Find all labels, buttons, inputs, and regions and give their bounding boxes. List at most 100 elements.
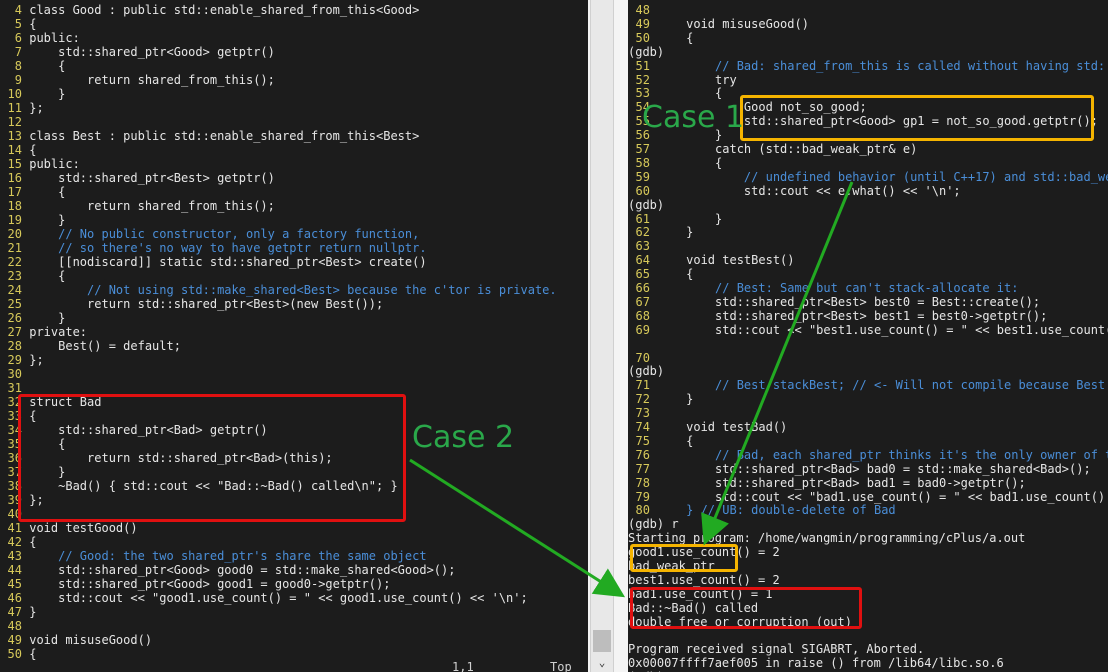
editor-line: 43 // Good: the two shared_ptr's share t… bbox=[0, 549, 427, 563]
gdb-line-number: 80 bbox=[635, 503, 650, 518]
cursor-position: 1,1 bbox=[452, 660, 474, 672]
case1-highlight-box bbox=[740, 95, 1094, 141]
gdb-line: 65 { bbox=[628, 267, 694, 282]
gdb-line: 78 std::shared_ptr<Bad> bad1 = bad0->get… bbox=[628, 476, 1026, 490]
editor-line-number: 17 bbox=[7, 185, 22, 199]
gdb-line: 52 try bbox=[628, 73, 737, 87]
gdb-line-number: 74 bbox=[635, 420, 650, 434]
editor-line: 46 std::cout << "good1.use_count() = " <… bbox=[0, 591, 528, 605]
editor-line: 47 } bbox=[0, 605, 37, 619]
scroll-position: Top bbox=[550, 660, 572, 672]
gdb-line-text: catch (std::bad_weak_ptr& e) bbox=[650, 142, 918, 156]
editor-line: 18 return shared_from_this(); bbox=[0, 199, 275, 213]
gdb-line: 59 // undefined behavior (until C++17) a… bbox=[628, 170, 1108, 184]
editor-line-text bbox=[22, 115, 29, 129]
editor-line: 25 return std::shared_ptr<Best>(new Best… bbox=[0, 297, 384, 311]
editor-line-number: 45 bbox=[7, 577, 22, 591]
gdb-line-number: 67 bbox=[635, 294, 650, 309]
editor-line-number: 6 bbox=[14, 31, 22, 45]
case1-label: Case 1 bbox=[642, 100, 745, 135]
gdb-line-number: 78 bbox=[635, 475, 650, 490]
gdb-line-text: void testBest() bbox=[650, 253, 795, 268]
editor-line-text: { bbox=[22, 185, 66, 199]
gdb-line-number: 68 bbox=[635, 308, 650, 323]
editor-line-text: public: bbox=[22, 31, 80, 45]
editor-line: 45 std::shared_ptr<Good> good1 = good0->… bbox=[0, 577, 391, 591]
editor-line-number: 41 bbox=[7, 521, 22, 535]
editor-line-text: }; bbox=[22, 353, 44, 367]
editor-line-number: 13 bbox=[7, 129, 22, 143]
gdb-line-text: } bbox=[650, 211, 723, 226]
gdb-line: 60 std::cout << e.what() << '\n'; bbox=[628, 184, 961, 198]
gdb-line-text bbox=[650, 3, 657, 17]
editor-line-number: 4 bbox=[14, 3, 22, 17]
editor-line-text: return shared_from_this(); bbox=[22, 73, 275, 87]
vertical-scrollbar[interactable]: ⌄ bbox=[590, 0, 614, 672]
gdb-line-number: 58 bbox=[635, 155, 650, 170]
gdb-line-text: 0x00007ffff7aef005 in raise () from /lib… bbox=[628, 656, 1004, 671]
gdb-line-text: std::shared_ptr<Bad> bad0 = std::make_sh… bbox=[650, 461, 1091, 476]
editor-line-number: 23 bbox=[7, 269, 22, 283]
editor-line-text: { bbox=[22, 647, 37, 661]
gdb-line-text: { bbox=[650, 30, 694, 45]
editor-line: 49 void misuseGood() bbox=[0, 633, 153, 647]
editor-line: 21 // so there's no way to have getptr r… bbox=[0, 241, 427, 255]
editor-line-number: 29 bbox=[7, 353, 22, 367]
editor-line-number: 21 bbox=[7, 241, 22, 255]
scrollbar-thumb[interactable] bbox=[593, 630, 611, 652]
editor-line-text: } bbox=[22, 213, 66, 227]
editor-line-text: // No public constructor, only a factory… bbox=[22, 227, 420, 241]
editor-line-number: 8 bbox=[14, 59, 22, 73]
gdb-line-number: 50 bbox=[635, 30, 650, 45]
gdb-line: best1.use_count() = 2 bbox=[628, 573, 780, 587]
editor-line: 10 } bbox=[0, 87, 66, 101]
gdb-line-text: { bbox=[650, 155, 723, 170]
editor-line: 23 { bbox=[0, 269, 66, 283]
editor-line: 19 } bbox=[0, 213, 66, 227]
gdb-line: 58 { bbox=[628, 155, 723, 170]
case2-highlight-box bbox=[18, 394, 406, 522]
editor-line: 14 { bbox=[0, 143, 37, 157]
editor-line-number: 11 bbox=[7, 101, 22, 115]
editor-line: 48 bbox=[0, 619, 29, 633]
editor-line-number: 28 bbox=[7, 339, 22, 353]
chevron-down-icon[interactable]: ⌄ bbox=[595, 656, 609, 670]
editor-line-text: }; bbox=[22, 101, 44, 115]
gdb-line-text: std::shared_ptr<Bad> bad1 = bad0->getptr… bbox=[650, 475, 1026, 490]
editor-line: 31 bbox=[0, 381, 29, 395]
editor-line-number: 43 bbox=[7, 549, 22, 563]
editor-line-number: 50 bbox=[7, 647, 22, 661]
gdb-line: 71 // Best stackBest; // <- Will not com… bbox=[628, 378, 1108, 392]
gdb-line-number: 72 bbox=[635, 392, 650, 407]
gdb-line: 66 // Best: Same but can't stack-allocat… bbox=[628, 281, 1019, 295]
bad-weak-ptr-highlight-box bbox=[630, 544, 738, 572]
gdb-line: 62 } bbox=[628, 225, 694, 240]
editor-line: 24 // Not using std::make_shared<Best> b… bbox=[0, 283, 557, 297]
editor-line-number: 42 bbox=[7, 535, 22, 549]
gdb-line: 57 catch (std::bad_weak_ptr& e) bbox=[628, 142, 918, 156]
gdb-line-number: 52 bbox=[635, 72, 650, 87]
editor-line-text: private: bbox=[22, 325, 88, 339]
editor-line-text: { bbox=[22, 59, 66, 73]
editor-line-text: class Good : public std::enable_shared_f… bbox=[22, 3, 420, 17]
gdb-line: (gdb) r bbox=[628, 517, 679, 531]
editor-line: 8 { bbox=[0, 59, 66, 73]
gdb-line: (gdb) bbox=[628, 45, 664, 59]
gdb-line-number: 65 bbox=[635, 267, 650, 282]
gdb-line: Program received signal SIGABRT, Aborted… bbox=[628, 642, 924, 656]
gdb-line-number: 62 bbox=[635, 225, 650, 240]
editor-line-text: void misuseGood() bbox=[22, 633, 153, 647]
editor-line-number: 49 bbox=[7, 633, 22, 647]
gdb-line-number: 59 bbox=[635, 169, 650, 184]
gdb-line-text: } // UB: double-delete of Bad bbox=[650, 503, 896, 518]
editor-line-text: std::shared_ptr<Good> good0 = std::make_… bbox=[22, 563, 456, 577]
gdb-line-number: 49 bbox=[635, 16, 650, 31]
gdb-line-number: 69 bbox=[635, 322, 650, 337]
gdb-line-text bbox=[650, 239, 657, 253]
gdb-line-text bbox=[650, 351, 657, 365]
code-editor-pane[interactable]: 4 class Good : public std::enable_shared… bbox=[0, 0, 588, 672]
gdb-line-text: best1.use_count() = 2 bbox=[628, 572, 780, 587]
editor-line-number: 20 bbox=[7, 227, 22, 241]
gdb-line-text: // Bad, each shared_ptr thinks it's the … bbox=[650, 447, 1108, 462]
gdb-line-text: (gdb) r bbox=[628, 517, 679, 532]
